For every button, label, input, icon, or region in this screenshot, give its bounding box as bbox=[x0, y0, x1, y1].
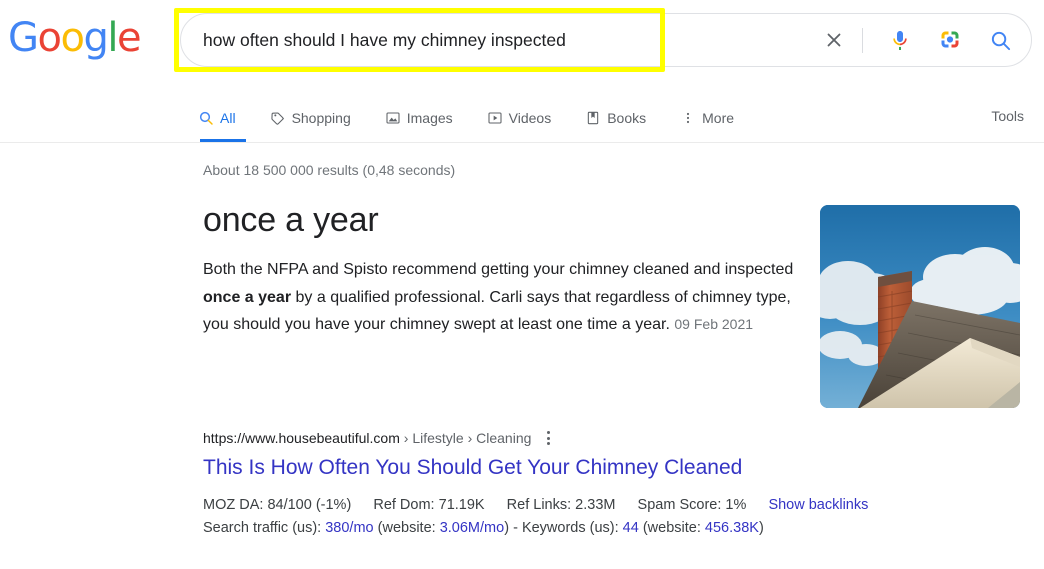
book-icon bbox=[585, 110, 601, 126]
result-url-row: https://www.housebeautiful.com › Lifesty… bbox=[203, 428, 903, 448]
snippet-date: 09 Feb 2021 bbox=[674, 316, 753, 332]
logo-letter-g1: G bbox=[8, 15, 38, 61]
snippet-text: Both the NFPA and Spisto recommend getti… bbox=[203, 256, 803, 339]
moz-da-value: 84/100 (-1%) bbox=[267, 497, 351, 513]
seo-metrics-overlay: MOZ DA: 84/100 (-1%) Ref Dom: 71.19K Ref… bbox=[203, 494, 868, 540]
tab-books[interactable]: Books bbox=[585, 102, 662, 134]
active-tab-indicator bbox=[200, 139, 246, 142]
tab-all-label: All bbox=[220, 110, 236, 126]
search-tabs: All Shopping Images Videos bbox=[198, 102, 768, 134]
results-count: About 18 500 000 results (0,48 seconds) bbox=[203, 162, 455, 178]
tools-button[interactable]: Tools bbox=[991, 108, 1024, 124]
keywords-site-close: ) bbox=[759, 520, 764, 536]
search-header: Google bbox=[0, 0, 1044, 143]
snippet-text-before: Both the NFPA and Spisto recommend getti… bbox=[203, 261, 793, 278]
featured-snippet: once a year Both the NFPA and Spisto rec… bbox=[203, 198, 803, 339]
ref-links-label: Ref Links: bbox=[507, 497, 571, 513]
tab-images[interactable]: Images bbox=[385, 102, 469, 134]
tab-more[interactable]: More bbox=[680, 102, 750, 134]
search-icon bbox=[198, 110, 214, 126]
search-submit-icon[interactable] bbox=[985, 14, 1015, 66]
moz-da-label: MOZ DA: bbox=[203, 497, 263, 513]
keywords-site-label: (website: bbox=[643, 520, 701, 536]
search-traffic-site-label: (website: bbox=[378, 520, 436, 536]
microphone-icon[interactable] bbox=[885, 14, 915, 66]
ref-links-value: 2.33M bbox=[575, 497, 615, 513]
snippet-answer: once a year bbox=[203, 198, 803, 242]
seo-dash: - bbox=[513, 520, 518, 536]
tab-books-label: Books bbox=[607, 110, 646, 126]
search-traffic-site-close: ) bbox=[504, 520, 509, 536]
chimney-roof-photo bbox=[820, 205, 1020, 408]
ref-dom-label: Ref Dom: bbox=[373, 497, 434, 513]
more-vertical-icon[interactable] bbox=[541, 429, 556, 447]
search-result: https://www.housebeautiful.com › Lifesty… bbox=[203, 428, 903, 482]
search-traffic-label: Search traffic (us): bbox=[203, 520, 321, 536]
seo-row-1: MOZ DA: 84/100 (-1%) Ref Dom: 71.19K Ref… bbox=[203, 494, 868, 517]
tab-shopping[interactable]: Shopping bbox=[270, 102, 367, 134]
snippet-thumbnail[interactable] bbox=[820, 205, 1020, 408]
logo-letter-e: e bbox=[117, 15, 140, 61]
tab-videos[interactable]: Videos bbox=[487, 102, 568, 134]
search-divider bbox=[862, 28, 863, 53]
spam-score-value: 1% bbox=[725, 497, 746, 513]
google-lens-icon[interactable] bbox=[935, 14, 965, 66]
show-backlinks-link[interactable]: Show backlinks bbox=[768, 497, 868, 513]
logo-letter-o1: o bbox=[38, 15, 61, 61]
logo-letter-g2: g bbox=[83, 15, 107, 61]
search-box[interactable] bbox=[180, 13, 1032, 67]
snippet-text-bold: once a year bbox=[203, 289, 291, 306]
video-icon bbox=[487, 110, 503, 126]
image-icon bbox=[385, 110, 401, 126]
more-vertical-icon bbox=[680, 110, 696, 126]
search-input[interactable] bbox=[203, 14, 823, 66]
tab-more-label: More bbox=[702, 110, 734, 126]
keywords-site-value: 456.38K bbox=[705, 520, 759, 536]
result-domain: https://www.housebeautiful.com bbox=[203, 430, 400, 446]
spam-score-label: Spam Score: bbox=[638, 497, 722, 513]
ref-dom-value: 71.19K bbox=[439, 497, 485, 513]
result-path: › Lifestyle › Cleaning bbox=[404, 430, 532, 446]
google-logo[interactable]: Google bbox=[8, 18, 140, 58]
tag-icon bbox=[270, 110, 286, 126]
tab-shopping-label: Shopping bbox=[292, 110, 351, 126]
result-title-link[interactable]: This Is How Often You Should Get Your Ch… bbox=[203, 454, 903, 482]
keywords-label: Keywords (us): bbox=[522, 520, 619, 536]
tab-images-label: Images bbox=[407, 110, 453, 126]
close-icon[interactable] bbox=[819, 14, 849, 66]
result-breadcrumb[interactable]: https://www.housebeautiful.com › Lifesty… bbox=[203, 428, 531, 448]
seo-row-2: Search traffic (us): 380/mo (website: 3.… bbox=[203, 517, 868, 540]
search-traffic-site-value: 3.06M/mo bbox=[440, 520, 504, 536]
tab-videos-label: Videos bbox=[509, 110, 552, 126]
search-traffic-value: 380/mo bbox=[325, 520, 373, 536]
logo-letter-l: l bbox=[107, 15, 117, 61]
tab-all[interactable]: All bbox=[198, 102, 252, 134]
keywords-value: 44 bbox=[623, 520, 639, 536]
logo-letter-o2: o bbox=[60, 15, 83, 61]
